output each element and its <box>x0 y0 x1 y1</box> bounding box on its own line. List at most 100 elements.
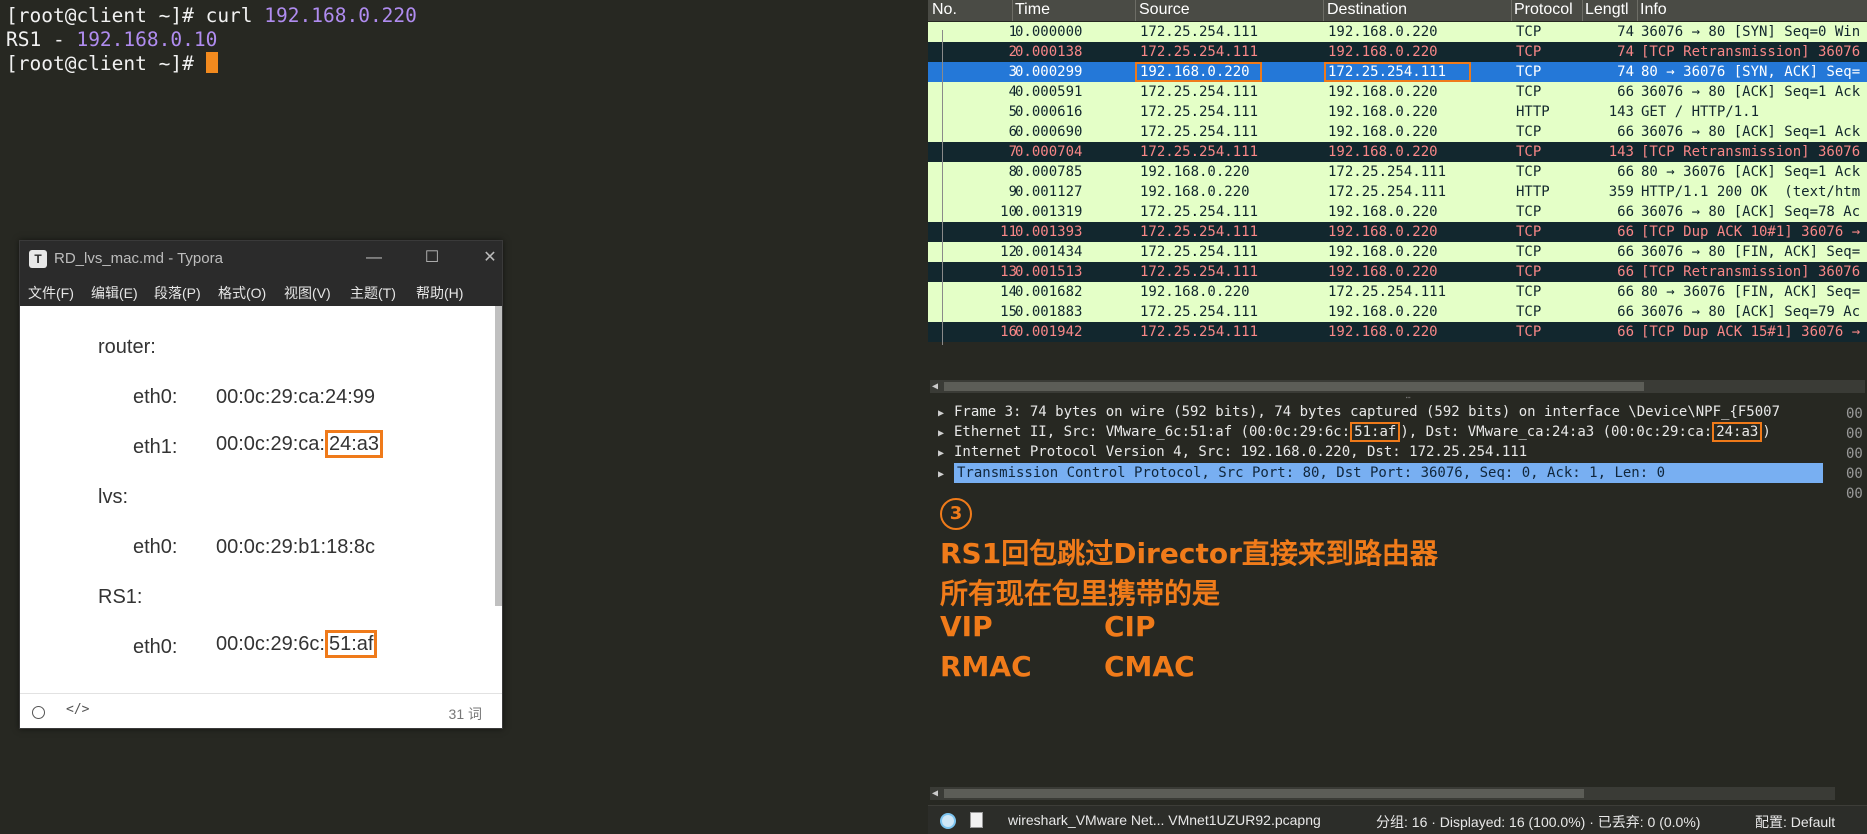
detail-ethernet[interactable]: ▶ Ethernet II, Src: VMware_6c:51:af (00:0… <box>938 422 1771 442</box>
column-divider[interactable] <box>1135 0 1136 21</box>
packet-destination: 172.25.254.111 <box>1328 164 1447 180</box>
column-divider[interactable] <box>1323 0 1324 21</box>
packet-time: 0.001682 <box>1015 284 1083 300</box>
scroll-left-icon[interactable]: ◀ <box>932 380 938 393</box>
expand-arrow-icon[interactable]: ▶ <box>938 404 954 424</box>
packet-time: 0.001434 <box>1015 244 1083 260</box>
packet-no: 6 <box>1008 124 1017 140</box>
expand-arrow-icon[interactable]: ▶ <box>938 424 954 444</box>
menu-paragraph[interactable]: 段落(P) <box>154 283 201 303</box>
packet-row[interactable]: 13 0.001513 172.25.254.111 192.168.0.220 TCP… <box>928 262 1867 282</box>
column-header-source[interactable]: Source <box>1139 1 1190 19</box>
detail-frame[interactable]: ▶ Frame 3: 74 bytes on wire (592 bits), 7… <box>938 402 1780 422</box>
doc-val-lvs-eth0: 00:0c:29:b1:18:8c <box>216 536 376 558</box>
packet-row[interactable]: 11 0.001393 172.25.254.111 192.168.0.220 TCP… <box>928 222 1867 242</box>
packet-no: 7 <box>1008 144 1017 160</box>
packet-destination: 192.168.0.220 <box>1328 264 1438 280</box>
packet-row[interactable]: 3 0.000299 192.168.0.220 172.25.254.111 TCP 7… <box>928 62 1867 82</box>
packet-row[interactable]: 6 0.000690 172.25.254.111 192.168.0.220 TCP 6… <box>928 122 1867 142</box>
packet-protocol: TCP <box>1516 84 1542 100</box>
packet-info: [TCP Retransmission] 36076 <box>1641 44 1861 60</box>
menu-format[interactable]: 格式(O) <box>218 283 266 303</box>
column-divider[interactable] <box>1511 0 1512 21</box>
detail-eth-text: Ethernet II, Src: VMware_6c:51:af (00:0c… <box>954 424 1351 440</box>
status-profile[interactable]: 配置: Default <box>1755 812 1835 832</box>
packet-no: 10 <box>1000 204 1017 220</box>
packet-row[interactable]: 16 0.001942 172.25.254.111 192.168.0.220 TCP… <box>928 322 1867 342</box>
menu-file[interactable]: 文件(F) <box>28 283 74 303</box>
expand-arrow-icon[interactable]: ▶ <box>938 444 954 464</box>
packet-row[interactable]: 8 0.000785 192.168.0.220 172.25.254.111 TCP 6… <box>928 162 1867 182</box>
packet-row[interactable]: 15 0.001883 172.25.254.111 192.168.0.220 TCP… <box>928 302 1867 322</box>
capture-comment-icon[interactable] <box>970 812 983 828</box>
typora-editor[interactable]: router: eth0: 00:0c:29:ca:24:99 eth1: 00… <box>20 306 498 693</box>
outline-toggle-icon[interactable] <box>32 706 45 719</box>
packet-no: 13 <box>1000 264 1017 280</box>
details-hscrollbar-thumb[interactable] <box>944 789 1584 798</box>
menu-help[interactable]: 帮助(H) <box>416 283 463 303</box>
packet-protocol: TCP <box>1516 24 1542 40</box>
typora-scrollbar[interactable] <box>495 306 502 693</box>
menu-edit[interactable]: 编辑(E) <box>91 283 138 303</box>
packet-row[interactable]: 1 0.000000 172.25.254.111 192.168.0.220 TCP 7… <box>928 22 1867 42</box>
src-mac-highlight-box: 51:af <box>1350 422 1401 442</box>
scroll-left-icon[interactable]: ◀ <box>932 787 938 800</box>
menu-theme[interactable]: 主题(T) <box>350 283 396 303</box>
packet-row[interactable]: 9 0.001127 192.168.0.220 172.25.254.111 HTTP… <box>928 182 1867 202</box>
packet-source: 172.25.254.111 <box>1140 264 1259 280</box>
column-header-length[interactable]: Lengtl <box>1585 1 1629 19</box>
column-header-time[interactable]: Time <box>1015 1 1050 19</box>
packet-row[interactable]: 12 0.001434 172.25.254.111 192.168.0.220 TCP… <box>928 242 1867 262</box>
hex-offset: 00 <box>1846 446 1863 462</box>
terminal-window[interactable]: [root@client ~]# curl 192.168.0.220 RS1 … <box>0 0 928 834</box>
packet-no: 14 <box>1000 284 1017 300</box>
packet-row[interactable]: 4 0.000591 172.25.254.111 192.168.0.220 TCP 6… <box>928 82 1867 102</box>
column-divider[interactable] <box>1637 0 1638 21</box>
mac-highlight-box: 24:a3 <box>324 430 384 458</box>
packet-source: 192.168.0.220 <box>1140 164 1250 180</box>
expert-info-icon[interactable] <box>940 813 956 829</box>
pane-splitter-handle[interactable]: ⋯ <box>1398 394 1418 402</box>
packet-details-pane[interactable]: ▶ Frame 3: 74 bytes on wire (592 bits), 7… <box>928 402 1838 787</box>
packet-info: [TCP Dup ACK 15#1] 36076 → <box>1641 324 1861 340</box>
details-hscrollbar[interactable]: ◀ <box>930 787 1835 800</box>
column-divider[interactable] <box>1582 0 1583 21</box>
column-header-destination[interactable]: Destination <box>1327 1 1407 19</box>
packet-row[interactable]: 14 0.001682 192.168.0.220 172.25.254.111 TCP… <box>928 282 1867 302</box>
detail-ipv4[interactable]: ▶ Internet Protocol Version 4, Src: 192.1… <box>938 442 1527 462</box>
packet-length: 66 <box>1617 304 1634 320</box>
packet-length: 143 <box>1608 104 1634 120</box>
packet-row[interactable]: 10 0.001319 172.25.254.111 192.168.0.220 TCP… <box>928 202 1867 222</box>
packet-list-hscrollbar-thumb[interactable] <box>944 382 1644 391</box>
detail-frame-text: Frame 3: 74 bytes on wire (592 bits), 74… <box>954 404 1781 420</box>
packet-info: 36076 → 80 [FIN, ACK] Seq= <box>1641 244 1861 260</box>
packet-source: 192.168.0.220 <box>1140 184 1250 200</box>
packet-row[interactable]: 5 0.000616 172.25.254.111 192.168.0.220 HTTP… <box>928 102 1867 122</box>
typora-scrollbar-thumb[interactable] <box>495 306 502 606</box>
packet-list-hscrollbar[interactable]: ◀ <box>930 380 1865 393</box>
packet-row[interactable]: 7 0.000704 172.25.254.111 192.168.0.220 TCP 1… <box>928 142 1867 162</box>
packet-no: 11 <box>1000 224 1017 240</box>
packet-time: 0.000704 <box>1015 144 1083 160</box>
packet-source: 172.25.254.111 <box>1140 204 1259 220</box>
expand-arrow-icon[interactable]: ▶ <box>938 465 954 485</box>
packet-list[interactable]: 1 0.000000 172.25.254.111 192.168.0.220 TCP 7… <box>928 22 1867 345</box>
typora-titlebar[interactable]: T RD_lvs_mac.md - Typora — ☐ ✕ <box>20 241 502 276</box>
close-button[interactable]: ✕ <box>474 245 502 271</box>
packet-destination: 192.168.0.220 <box>1328 244 1438 260</box>
column-header-info[interactable]: Info <box>1640 1 1667 19</box>
typora-window[interactable]: T RD_lvs_mac.md - Typora — ☐ ✕ 文件(F) 编辑(… <box>19 240 503 729</box>
column-divider[interactable] <box>1012 0 1013 21</box>
maximize-button[interactable]: ☐ <box>416 245 448 271</box>
menu-view[interactable]: 视图(V) <box>284 283 331 303</box>
wireshark-window[interactable]: No. Time Source Destination Protocol Len… <box>928 0 1867 834</box>
packet-time: 0.000616 <box>1015 104 1083 120</box>
column-header-no[interactable]: No. <box>932 1 957 19</box>
column-header-protocol[interactable]: Protocol <box>1514 1 1573 19</box>
hex-offset: 00 <box>1846 426 1863 442</box>
packet-bytes-pane[interactable]: 00 00 00 00 00 <box>1844 402 1867 787</box>
packet-row[interactable]: 2 0.000138 172.25.254.111 192.168.0.220 TCP 7… <box>928 42 1867 62</box>
detail-tcp[interactable]: ▶ Transmission Control Protocol, Src Port… <box>938 463 1833 483</box>
source-mode-icon[interactable]: </> <box>66 702 89 717</box>
minimize-button[interactable]: — <box>358 245 390 271</box>
